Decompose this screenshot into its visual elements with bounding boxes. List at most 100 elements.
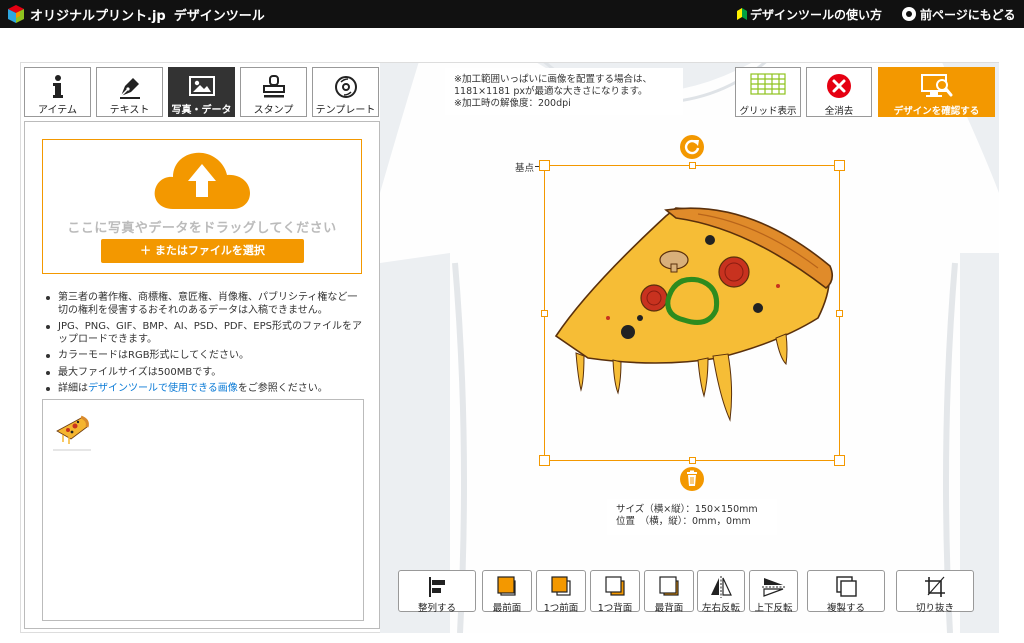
confirm-label: デザインを確認する [893,106,980,117]
stamp-icon [262,75,285,98]
usable-images-link[interactable]: デザインツールで使用できる画像 [88,383,238,394]
resize-handle-left[interactable] [541,310,548,317]
tab-template[interactable]: テンプレート [312,67,379,117]
trash-icon [687,470,697,486]
brand-title[interactable]: オリジナルプリント.jp デザインツール [30,5,265,24]
grid-label: グリッド表示 [739,106,797,117]
bring-to-front-label: 最前面 [492,603,522,614]
duplicate-label: 複製する [826,603,865,614]
resize-handle-right[interactable] [836,310,843,317]
delete-button[interactable] [680,467,704,491]
send-backward-icon [605,576,625,596]
back-circle-icon [902,7,916,21]
monitor-search-icon [920,74,952,97]
image-icon [188,76,215,96]
back-label: 前ページにもどる [920,8,1016,22]
tab-item[interactable]: アイテム [24,67,91,117]
position-readout: 位置 （横，縦）：0mm，0mm [616,516,751,527]
note-item: 詳細はデザインツールで使用できる画像をご参照ください。 [44,383,364,396]
tool-name: デザインツール [173,9,265,24]
notice-line: 1181×1181 pxが最適な大きさになります。 [454,86,648,97]
flip-horizontal-label: 左右反転 [701,603,740,614]
flip-vertical-label: 上下反転 [754,603,793,614]
resize-handle-bottom-left[interactable] [539,455,550,466]
tab-text-label: テキスト [109,105,150,116]
note-item: 最大ファイルサイズは500MBです。 [44,367,364,380]
beginner-leaf-icon [737,8,747,20]
bring-to-front-button[interactable]: 最前面 [482,570,532,614]
rotate-icon [684,139,700,155]
flip-horizontal-icon [711,576,732,598]
pen-icon [119,78,140,99]
selection-guide [544,165,840,461]
drop-instruction: ここに写真やデータをドラッグしてください [67,221,337,236]
tab-template-label: テンプレート [315,105,376,116]
print-area-notice: ※加工範囲いっぱいに画像を配置する場合は、 1181×1181 pxが最適な大き… [445,68,683,115]
resize-handle-top-left[interactable] [539,160,550,171]
notice-line: ※加工範囲いっぱいに画像を配置する場合は、 [454,74,652,85]
tab-item-label: アイテム [38,105,77,116]
bring-forward-button[interactable]: 1つ前面 [536,570,586,614]
template-icon [334,76,357,98]
resize-handle-top[interactable] [689,162,696,169]
anchor-point-label: 基点 [513,160,537,174]
tab-stamp[interactable]: スタンプ [240,67,307,117]
resize-handle-bottom-right[interactable] [834,455,845,466]
howto-link[interactable]: デザインツールの使い方 [737,6,882,23]
align-button[interactable]: 整列する [398,570,476,614]
grid-toggle-button[interactable]: グリッド表示 [735,67,801,117]
align-icon [429,577,445,597]
cube-logo-icon[interactable] [6,4,26,24]
resize-handle-bottom[interactable] [689,457,696,464]
duplicate-button[interactable]: 複製する [807,570,885,614]
bring-forward-label: 1つ前面 [543,603,579,614]
crop-button[interactable]: 切り抜き [896,570,974,614]
tab-photo-data-label: 写真・データ [171,105,232,116]
send-to-back-icon [659,576,679,596]
send-to-back-label: 最背面 [654,603,684,614]
send-backward-button[interactable]: 1つ背面 [590,570,640,614]
clear-label: 全消去 [824,106,854,117]
cloud-upload-icon [154,152,250,209]
size-readout: サイズ（横×縦）：150×150mm [616,504,758,515]
tool-tabs: アイテム テキスト 写真・データ スタンプ テンプレート [24,67,380,117]
selection-box[interactable] [539,160,845,466]
note-item: カラーモードはRGB形式にしてください。 [44,350,364,363]
upload-notes: 第三者の著作権、商標権、意匠権、肖像権、パブリシティ権など一切の権利を侵害するお… [44,292,364,400]
grid-icon [750,73,786,95]
flip-vertical-icon [761,578,786,597]
uploaded-pizza-thumbnail[interactable] [51,409,93,451]
close-circle-icon [827,74,851,98]
uploaded-images-list [42,399,364,621]
tab-stamp-label: スタンプ [253,105,294,116]
app-header: オリジナルプリント.jp デザインツール デザインツールの使い方 前ページにもどる [0,0,1024,28]
note-item: 第三者の著作権、商標権、意匠権、肖像権、パブリシティ権など一切の権利を侵害するお… [44,292,364,317]
align-label: 整列する [417,603,456,614]
note-item: JPG、PNG、GIF、BMP、AI、PSD、PDF、EPS形式のファイルをアッ… [44,321,364,346]
notice-line: ※加工時の解像度：200dpi [454,98,571,109]
back-link[interactable]: 前ページにもどる [902,6,1016,23]
info-icon [52,75,63,98]
confirm-design-button[interactable]: デザインを確認する [878,67,995,117]
howto-label: デザインツールの使い方 [750,8,883,22]
send-to-back-button[interactable]: 最背面 [644,570,694,614]
bring-forward-icon [551,576,571,596]
note-suffix: をご参照ください。 [237,383,328,394]
crop-icon [925,576,945,597]
resize-handle-top-right[interactable] [834,160,845,171]
duplicate-icon [836,576,857,597]
bring-to-front-icon [497,576,516,596]
select-file-button[interactable]: ＋ またはファイルを選択 [101,239,304,263]
crop-label: 切り抜き [915,603,954,614]
flip-horizontal-button[interactable]: 左右反転 [697,570,745,614]
clear-all-button[interactable]: 全消去 [806,67,872,117]
upload-dropzone[interactable]: ここに写真やデータをドラッグしてください ＋ またはファイルを選択 [42,139,362,274]
rotate-button[interactable] [680,135,704,159]
flip-vertical-button[interactable]: 上下反転 [749,570,798,614]
size-position-info: サイズ（横×縦）：150×150mm 位置 （横，縦）：0mm，0mm [607,499,777,535]
send-backward-label: 1つ背面 [597,603,633,614]
tab-text[interactable]: テキスト [96,67,163,117]
tab-photo-data[interactable]: 写真・データ [168,67,235,117]
note-prefix: 詳細は [58,383,88,394]
brand-name: オリジナルプリント.jp [30,9,166,24]
